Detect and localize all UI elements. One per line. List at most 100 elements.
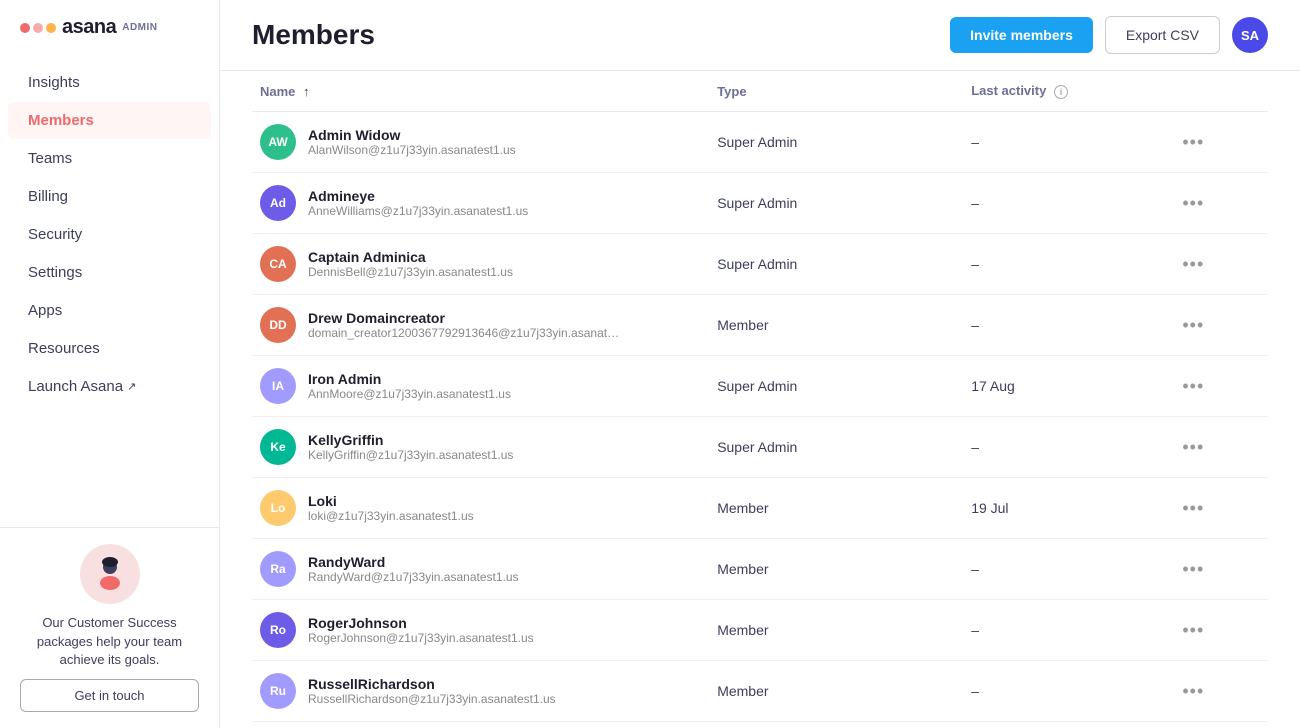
column-header-name[interactable]: Name ↑	[252, 71, 709, 112]
sidebar-item-members[interactable]: Members	[8, 102, 211, 139]
sidebar-bottom: Our Customer Success packages help your …	[0, 527, 219, 728]
member-actions-button-2[interactable]: •••	[1174, 250, 1212, 279]
table-row: Ru RussellRichardson RussellRichardson@z…	[252, 661, 1268, 722]
member-name-6: Loki	[308, 493, 474, 509]
member-type-3: Member	[709, 295, 963, 356]
member-email-3: domain_creator1200367792913646@z1u7j33yi…	[308, 326, 619, 340]
table-row: Ra RandyWard RandyWard@z1u7j33yin.asanat…	[252, 539, 1268, 600]
sidebar-item-resources[interactable]: Resources	[8, 330, 211, 367]
table-row: SA Super Admin user_5isrnrlegv@z1u7j33yi…	[252, 722, 1268, 728]
member-name-4: Iron Admin	[308, 371, 511, 387]
member-actions-7: •••	[1166, 539, 1268, 600]
launch-asana-link[interactable]: Launch Asana ↗	[8, 368, 211, 405]
member-type-5: Super Admin	[709, 417, 963, 478]
member-name-2: Captain Adminica	[308, 249, 513, 265]
sidebar: asana ADMIN InsightsMembersTeamsBillingS…	[0, 0, 220, 728]
member-actions-button-5[interactable]: •••	[1174, 433, 1212, 462]
column-header-activity[interactable]: Last activity i	[963, 71, 1166, 112]
member-activity-10: Today	[963, 722, 1166, 728]
admin-badge: ADMIN	[122, 22, 157, 33]
page-title: Members	[252, 19, 375, 51]
member-email-6: loki@z1u7j33yin.asanatest1.us	[308, 509, 474, 523]
asana-logo: asana ADMIN	[20, 16, 158, 39]
member-actions-button-3[interactable]: •••	[1174, 311, 1212, 340]
member-name-1: Admineye	[308, 188, 528, 204]
member-avatar-9: Ru	[260, 673, 296, 709]
member-email-8: RogerJohnson@z1u7j33yin.asanatest1.us	[308, 631, 534, 645]
member-actions-button-7[interactable]: •••	[1174, 555, 1212, 584]
member-actions-0: •••	[1166, 112, 1268, 173]
member-name-5: KellyGriffin	[308, 432, 513, 448]
member-name-0: Admin Widow	[308, 127, 516, 143]
member-avatar-0: AW	[260, 124, 296, 160]
member-actions-button-8[interactable]: •••	[1174, 616, 1212, 645]
member-type-6: Member	[709, 478, 963, 539]
members-table-container: Name ↑ Type Last activity i AW A	[220, 71, 1300, 728]
member-type-1: Super Admin	[709, 173, 963, 234]
table-row: Ro RogerJohnson RogerJohnson@z1u7j33yin.…	[252, 600, 1268, 661]
sort-arrow-icon: ↑	[303, 84, 310, 99]
logo-area: asana ADMIN	[0, 0, 219, 55]
member-cell-6: Lo Loki loki@z1u7j33yin.asanatest1.us	[252, 478, 709, 539]
member-email-9: RussellRichardson@z1u7j33yin.asanatest1.…	[308, 692, 556, 706]
member-actions-button-1[interactable]: •••	[1174, 189, 1212, 218]
member-email-4: AnnMoore@z1u7j33yin.asanatest1.us	[308, 387, 511, 401]
members-tbody: AW Admin Widow AlanWilson@z1u7j33yin.asa…	[252, 112, 1268, 728]
customer-success-card: Our Customer Success packages help your …	[20, 544, 199, 712]
sidebar-item-insights[interactable]: Insights	[8, 64, 211, 101]
sidebar-item-security[interactable]: Security	[8, 216, 211, 253]
table-row: Ad Admineye AnneWilliams@z1u7j33yin.asan…	[252, 173, 1268, 234]
members-table: Name ↑ Type Last activity i AW A	[252, 71, 1268, 728]
member-email-7: RandyWard@z1u7j33yin.asanatest1.us	[308, 570, 519, 584]
member-activity-8: –	[963, 600, 1166, 661]
member-cell-4: IA Iron Admin AnnMoore@z1u7j33yin.asanat…	[252, 356, 709, 417]
member-type-8: Member	[709, 600, 963, 661]
invite-members-button[interactable]: Invite members	[950, 17, 1093, 53]
member-cell-9: Ru RussellRichardson RussellRichardson@z…	[252, 661, 709, 722]
sidebar-item-billing[interactable]: Billing	[8, 178, 211, 215]
sidebar-item-apps[interactable]: Apps	[8, 292, 211, 329]
member-avatar-5: Ke	[260, 429, 296, 465]
member-email-1: AnneWilliams@z1u7j33yin.asanatest1.us	[308, 204, 528, 218]
member-name-9: RussellRichardson	[308, 676, 556, 692]
asana-dots	[20, 23, 56, 33]
member-actions-5: •••	[1166, 417, 1268, 478]
table-row: DD Drew Domaincreator domain_creator1200…	[252, 295, 1268, 356]
table-header: Name ↑ Type Last activity i	[252, 71, 1268, 112]
table-row: Lo Loki loki@z1u7j33yin.asanatest1.us Me…	[252, 478, 1268, 539]
logo-text: asana	[62, 16, 116, 39]
dot-orange	[46, 23, 56, 33]
sidebar-item-settings[interactable]: Settings	[8, 254, 211, 291]
member-actions-2: •••	[1166, 234, 1268, 295]
cs-text: Our Customer Success packages help your …	[20, 614, 199, 669]
table-row: CA Captain Adminica DennisBell@z1u7j33yi…	[252, 234, 1268, 295]
member-activity-3: –	[963, 295, 1166, 356]
member-activity-5: –	[963, 417, 1166, 478]
member-actions-3: •••	[1166, 295, 1268, 356]
member-cell-10: SA Super Admin user_5isrnrlegv@z1u7j33yi…	[252, 722, 709, 728]
member-cell-3: DD Drew Domaincreator domain_creator1200…	[252, 295, 709, 356]
member-actions-button-4[interactable]: •••	[1174, 372, 1212, 401]
export-csv-button[interactable]: Export CSV	[1105, 16, 1220, 54]
user-avatar[interactable]: SA	[1232, 17, 1268, 53]
table-row: IA Iron Admin AnnMoore@z1u7j33yin.asanat…	[252, 356, 1268, 417]
member-actions-button-6[interactable]: •••	[1174, 494, 1212, 523]
sidebar-item-teams[interactable]: Teams	[8, 140, 211, 177]
member-actions-button-9[interactable]: •••	[1174, 677, 1212, 706]
header-actions: Invite members Export CSV SA	[950, 16, 1268, 54]
member-activity-9: –	[963, 661, 1166, 722]
activity-info-icon[interactable]: i	[1054, 85, 1068, 99]
column-header-type[interactable]: Type	[709, 71, 963, 112]
member-actions-button-0[interactable]: •••	[1174, 128, 1212, 157]
get-in-touch-button[interactable]: Get in touch	[20, 679, 199, 712]
member-actions-9: •••	[1166, 661, 1268, 722]
member-activity-0: –	[963, 112, 1166, 173]
member-name-7: RandyWard	[308, 554, 519, 570]
member-cell-8: Ro RogerJohnson RogerJohnson@z1u7j33yin.…	[252, 600, 709, 661]
member-email-0: AlanWilson@z1u7j33yin.asanatest1.us	[308, 143, 516, 157]
member-avatar-3: DD	[260, 307, 296, 343]
member-actions-1: •••	[1166, 173, 1268, 234]
member-avatar-2: CA	[260, 246, 296, 282]
member-avatar-1: Ad	[260, 185, 296, 221]
member-email-2: DennisBell@z1u7j33yin.asanatest1.us	[308, 265, 513, 279]
